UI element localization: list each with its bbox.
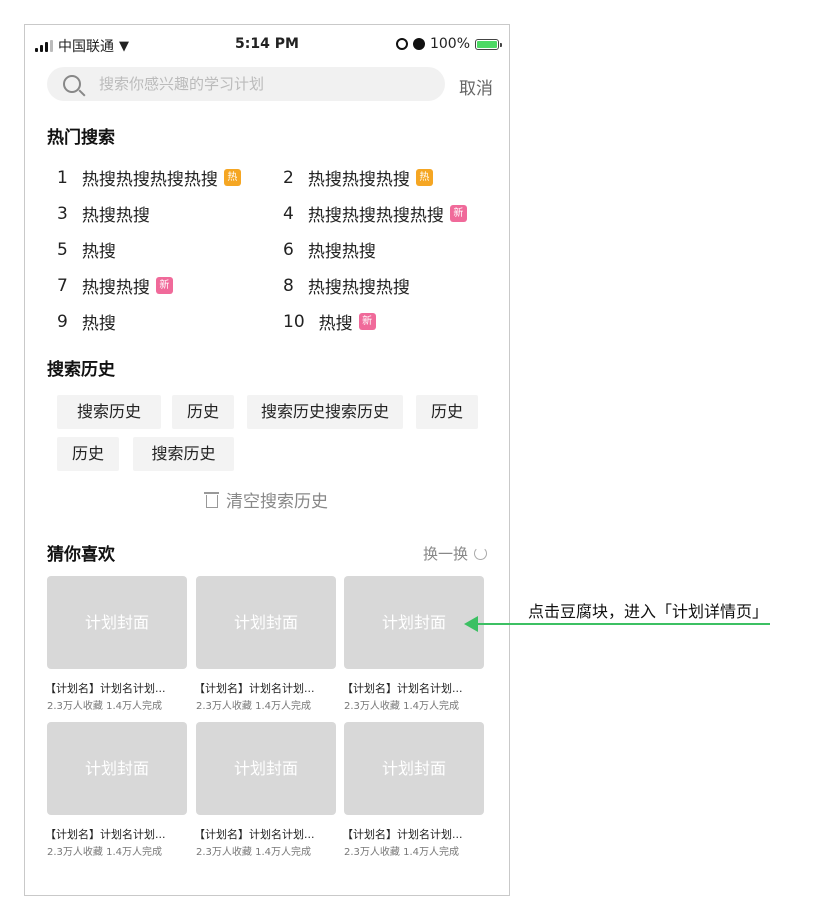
hot-search-item[interactable]: 10 热搜新 — [283, 309, 376, 334]
plan-title: 【计划名】计划名计划... — [194, 828, 315, 841]
hot-search-text: 热搜 — [318, 314, 353, 334]
hot-search-text: 热搜热搜 — [307, 242, 376, 262]
plan-meta: 2.3万人收藏 1.4万人完成 — [344, 847, 459, 858]
hot-search-rank: 4 — [283, 203, 294, 224]
hot-search-item[interactable]: 6 热搜热搜 — [283, 237, 376, 263]
hot-badge: 热 — [223, 169, 241, 186]
clear-history-label: 清空搜索历史 — [226, 492, 328, 512]
plan-card[interactable]: 计划封面 【计划名】计划名计划... 2.3万人收藏 1.4万人完成 — [45, 576, 187, 712]
hot-search-text: 热搜热搜 — [81, 206, 150, 226]
hot-search-rank: 1 — [57, 167, 68, 188]
hot-search-rank: 9 — [57, 311, 68, 332]
hot-search-text: 热搜 — [81, 314, 116, 334]
plan-title: 【计划名】计划名计划... — [194, 682, 315, 695]
plan-title: 【计划名】计划名计划... — [45, 682, 166, 695]
history-chip[interactable]: 搜索历史搜索历史 — [247, 395, 403, 429]
recommend-title: 猜你喜欢 — [47, 545, 115, 565]
plan-title: 【计划名】计划名计划... — [45, 828, 166, 841]
history-chip[interactable]: 历史 — [57, 437, 119, 471]
search-input[interactable] — [97, 74, 401, 94]
refresh-icon — [474, 547, 487, 560]
hot-search-rank: 5 — [57, 239, 68, 260]
hot-search-item[interactable]: 5 热搜 — [57, 237, 116, 263]
plan-card[interactable]: 计划封面 【计划名】计划名计划... 2.3万人收藏 1.4万人完成 — [45, 722, 187, 858]
plan-cover: 计划封面 — [344, 576, 484, 669]
battery-percent: 100% — [429, 36, 470, 52]
hot-search-item[interactable]: 7 热搜热搜新 — [57, 273, 173, 298]
hot-search-rank: 2 — [283, 167, 294, 188]
refresh-label: 换一换 — [422, 545, 468, 563]
history-chip[interactable]: 搜索历史 — [57, 395, 161, 429]
phone-frame: 中国联通 ▼ 5:14 PM 100% 取消 热门搜索 1热搜热搜热搜热搜热2热… — [24, 24, 510, 896]
history-chip[interactable]: 历史 — [172, 395, 234, 429]
clear-history-button[interactable]: 清空搜索历史 — [25, 487, 509, 512]
hot-search-rank: 3 — [57, 203, 68, 224]
history-title: 搜索历史 — [47, 360, 115, 380]
hot-search-item[interactable]: 4 热搜热搜热搜热搜新 — [283, 201, 467, 226]
plan-cover: 计划封面 — [344, 722, 484, 815]
hot-search-item[interactable]: 9 热搜 — [57, 309, 116, 335]
new-badge: 新 — [449, 205, 467, 222]
search-icon — [63, 75, 81, 93]
history-chip[interactable]: 历史 — [416, 395, 478, 429]
plan-cover: 计划封面 — [47, 722, 187, 815]
hot-search-text: 热搜热搜热搜 — [307, 278, 410, 298]
hot-search-text: 热搜 — [81, 242, 116, 262]
search-row: 取消 — [47, 67, 493, 101]
plan-cover: 计划封面 — [47, 576, 187, 669]
plan-card[interactable]: 计划封面 【计划名】计划名计划... 2.3万人收藏 1.4万人完成 — [342, 722, 484, 858]
plan-card[interactable]: 计划封面 【计划名】计划名计划... 2.3万人收藏 1.4万人完成 — [342, 576, 484, 712]
hot-search-rank: 10 — [283, 311, 305, 332]
hot-search-item[interactable]: 1 热搜热搜热搜热搜热 — [57, 165, 241, 190]
refresh-button[interactable]: 换一换 — [423, 543, 487, 564]
new-badge: 新 — [155, 277, 173, 294]
hot-search-text: 热搜热搜热搜热搜 — [307, 206, 444, 226]
search-box[interactable] — [47, 67, 445, 101]
plan-title: 【计划名】计划名计划... — [342, 828, 463, 841]
alarm-icon — [412, 38, 425, 50]
plan-cover: 计划封面 — [196, 576, 336, 669]
hot-search-rank: 6 — [283, 239, 294, 260]
plan-meta: 2.3万人收藏 1.4万人完成 — [196, 847, 311, 858]
plan-card[interactable]: 计划封面 【计划名】计划名计划... 2.3万人收藏 1.4万人完成 — [194, 722, 336, 858]
cancel-button[interactable]: 取消 — [459, 74, 493, 99]
status-bar: 中国联通 ▼ 5:14 PM 100% — [25, 25, 509, 65]
new-badge: 新 — [358, 313, 376, 330]
hot-search-text: 热搜热搜 — [81, 278, 150, 298]
plan-meta: 2.3万人收藏 1.4万人完成 — [47, 847, 162, 858]
history-chip[interactable]: 搜索历史 — [133, 437, 234, 471]
plan-meta: 2.3万人收藏 1.4万人完成 — [344, 701, 459, 712]
battery-icon — [475, 38, 502, 50]
hot-search-title: 热门搜索 — [47, 128, 115, 148]
plan-cover: 计划封面 — [196, 722, 336, 815]
plan-meta: 2.3万人收藏 1.4万人完成 — [196, 701, 311, 712]
hot-search-text: 热搜热搜热搜热搜 — [81, 170, 218, 190]
hot-search-rank: 8 — [283, 275, 294, 296]
hot-search-item[interactable]: 3 热搜热搜 — [57, 201, 150, 227]
annotation-arrow-head — [464, 616, 478, 632]
annotation-text: 点击豆腐块，进入「计划详情页」 — [528, 602, 769, 621]
hot-badge: 热 — [415, 169, 433, 186]
hot-search-rank: 7 — [57, 275, 68, 296]
plan-meta: 2.3万人收藏 1.4万人完成 — [47, 701, 162, 712]
hot-search-item[interactable]: 2 热搜热搜热搜热 — [283, 165, 433, 190]
trash-icon — [204, 492, 219, 508]
plan-title: 【计划名】计划名计划... — [342, 682, 463, 695]
plan-card[interactable]: 计划封面 【计划名】计划名计划... 2.3万人收藏 1.4万人完成 — [194, 576, 336, 712]
rotation-lock-icon — [395, 38, 408, 50]
hot-search-item[interactable]: 8 热搜热搜热搜 — [283, 273, 410, 299]
annotation-arrow-line — [470, 623, 770, 625]
hot-search-text: 热搜热搜热搜 — [307, 170, 410, 190]
